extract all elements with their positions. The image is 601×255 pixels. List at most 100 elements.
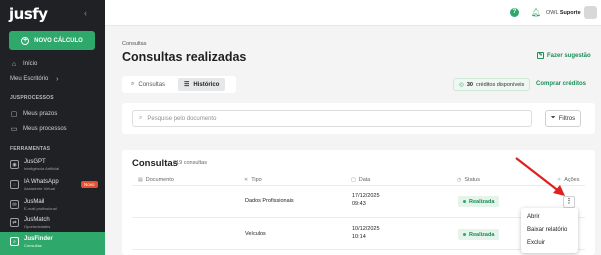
status-label: Realizada	[469, 231, 495, 238]
credits-label: créditos disponíveis	[475, 81, 525, 88]
sidebar: jusfy ‹ + NOVO CÁLCULO ⌂ Início Meu Escr…	[0, 0, 105, 255]
comment-icon: ✎	[537, 52, 544, 59]
whatsapp-icon: ◌	[10, 180, 19, 189]
credits-value: 30	[466, 81, 473, 88]
sidebar-item-label: Início	[23, 61, 38, 67]
header-label: Tipo	[251, 177, 262, 183]
sidebar-item-label: Meus processos	[23, 126, 67, 132]
table-row[interactable]: Veículos 10/12/2025 10:14 Realizada	[132, 219, 585, 250]
new-badge: Novo	[81, 181, 98, 188]
header-label: Data	[358, 177, 371, 183]
sidebar-tool-ia-whatsapp[interactable]: ◌ IA WhatsApp Assistente Virtual	[10, 179, 59, 191]
folder-icon: ▭	[10, 126, 18, 133]
tool-subtitle: E-mail profissional	[24, 206, 57, 211]
annotation-arrow	[515, 157, 565, 196]
help-icon[interactable]: ?	[510, 8, 519, 17]
user-name[interactable]: OWL Suporte	[546, 10, 581, 16]
calendar-icon: ▢	[351, 177, 356, 183]
header-data[interactable]: ▢ Data	[351, 177, 370, 183]
tab-label: Histórico	[193, 81, 220, 88]
sidebar-tool-jusfinder-content[interactable]: ⌕ JusFinder Consultas	[10, 236, 53, 248]
cell-tipo: Veículos	[245, 231, 266, 237]
search-panel: ⌕ Pesquise pelo documento ⏷ Filtros	[122, 103, 595, 134]
search-icon: ⌕	[131, 81, 135, 87]
cell-data: 10/12/2025	[352, 226, 380, 232]
header-tipo[interactable]: ✕ Tipo	[244, 177, 262, 183]
sidebar-item-label: Meu Escritório	[10, 76, 49, 82]
menu-item-excluir[interactable]: Excluir	[527, 240, 545, 246]
tool-title: JusMail	[24, 199, 45, 205]
header-label: Documento	[145, 177, 174, 183]
header-label: Status	[464, 177, 480, 183]
page-title: Consultas realizadas	[122, 50, 247, 64]
sidebar-tool-jusmail[interactable]: ✉ JusMail E-mail profissional	[10, 199, 57, 211]
sidebar-tool-jusgpt[interactable]: ◉ JusGPT Inteligência Artificial	[10, 159, 59, 171]
user-name-label: Suporte	[559, 10, 581, 16]
tool-title: JusFinder	[24, 236, 53, 242]
sidebar-tool-jusmatch[interactable]: ⇄ JusMatch Oportunidades	[10, 217, 50, 229]
bell-icon[interactable]: 🔔︎	[531, 8, 541, 17]
tabs: ⌕ Consultas ☰ Histórico	[122, 76, 236, 93]
collapse-sidebar-icon[interactable]: ‹	[84, 8, 87, 18]
new-calculation-button[interactable]: + NOVO CÁLCULO	[9, 31, 95, 50]
tool-title: JusGPT	[24, 159, 46, 165]
status-badge: Realizada	[458, 196, 500, 207]
suggest-button[interactable]: ✎ Fazer sugestão	[537, 52, 591, 59]
sidebar-item-inicio[interactable]: ⌂ Início	[10, 60, 37, 68]
logo[interactable]: jusfy	[9, 5, 48, 23]
document-icon: ▤	[138, 177, 143, 183]
filters-button[interactable]: ⏷ Filtros	[545, 110, 581, 127]
card-title: Consultas	[132, 158, 178, 169]
user-prefix: OWL	[546, 10, 559, 16]
coins-icon: ◎	[459, 81, 464, 88]
sidebar-item-meu-escritorio[interactable]: Meu Escritório ›	[10, 75, 61, 83]
tool-subtitle: Assistente Virtual	[24, 186, 55, 191]
status-badge: Realizada	[458, 229, 500, 240]
tool-subtitle: Consultas	[24, 243, 42, 248]
clock-icon: ◷	[457, 177, 462, 183]
status-label: Realizada	[469, 198, 495, 205]
status-dot	[463, 200, 466, 203]
search-icon: ⌕	[10, 237, 19, 246]
header-documento[interactable]: ▤ Documento	[138, 177, 174, 183]
tab-label: Consultas	[138, 81, 166, 88]
sidebar-item-meus-prazos[interactable]: ▢ Meus prazos	[10, 110, 58, 118]
match-icon: ⇄	[10, 218, 19, 227]
home-icon: ⌂	[11, 60, 17, 68]
menu-item-abrir[interactable]: Abrir	[527, 214, 540, 220]
header-status[interactable]: ◷ Status	[457, 177, 480, 183]
search-icon: ⌕	[139, 115, 143, 121]
tool-title: JusMatch	[24, 217, 50, 223]
cell-hora: 10:14	[352, 234, 366, 240]
chevron-right-icon: ›	[56, 75, 59, 83]
status-dot	[463, 233, 466, 236]
buy-credits-link[interactable]: Comprar créditos	[536, 81, 586, 87]
tool-subtitle: Inteligência Artificial	[24, 166, 60, 171]
new-calculation-label: NOVO CÁLCULO	[34, 37, 83, 44]
section-jusprocessos: JUSPROCESSOS	[10, 95, 54, 101]
results-count: 319 consultas	[173, 160, 207, 166]
tab-historico[interactable]: ☰ Histórico	[178, 78, 226, 91]
topbar: ? 🔔︎ OWL Suporte	[105, 0, 601, 26]
sidebar-item-label: Meus prazos	[23, 111, 58, 117]
avatar[interactable]	[584, 6, 597, 19]
list-icon: ☰	[184, 82, 190, 88]
menu-item-baixar-relatorio[interactable]: Baixar relatório	[527, 227, 567, 233]
search-input[interactable]: ⌕ Pesquise pelo documento	[132, 110, 532, 127]
cell-hora: 09:43	[352, 201, 366, 207]
sidebar-item-meus-processos[interactable]: ▭ Meus processos	[10, 125, 67, 133]
filters-label: Filtros	[558, 115, 576, 122]
breadcrumb[interactable]: Consultas	[122, 41, 146, 47]
cell-data: 17/12/2025	[352, 193, 380, 199]
robot-icon: ◉	[10, 160, 19, 169]
tab-consultas[interactable]: ⌕ Consultas	[125, 78, 171, 91]
suggest-label: Fazer sugestão	[547, 52, 591, 59]
plus-icon: +	[21, 36, 30, 45]
filter-icon: ⏷	[550, 115, 556, 121]
section-ferramentas: FERRAMENTAS	[10, 146, 51, 152]
tool-title: IA WhatsApp	[24, 179, 59, 185]
credits-badge: ◎ 30 créditos disponíveis	[453, 78, 531, 91]
row-actions-menu: Abrir Baixar relatório Excluir	[521, 208, 578, 253]
calendar-icon: ▢	[10, 111, 18, 118]
mail-icon: ✉	[10, 200, 19, 209]
